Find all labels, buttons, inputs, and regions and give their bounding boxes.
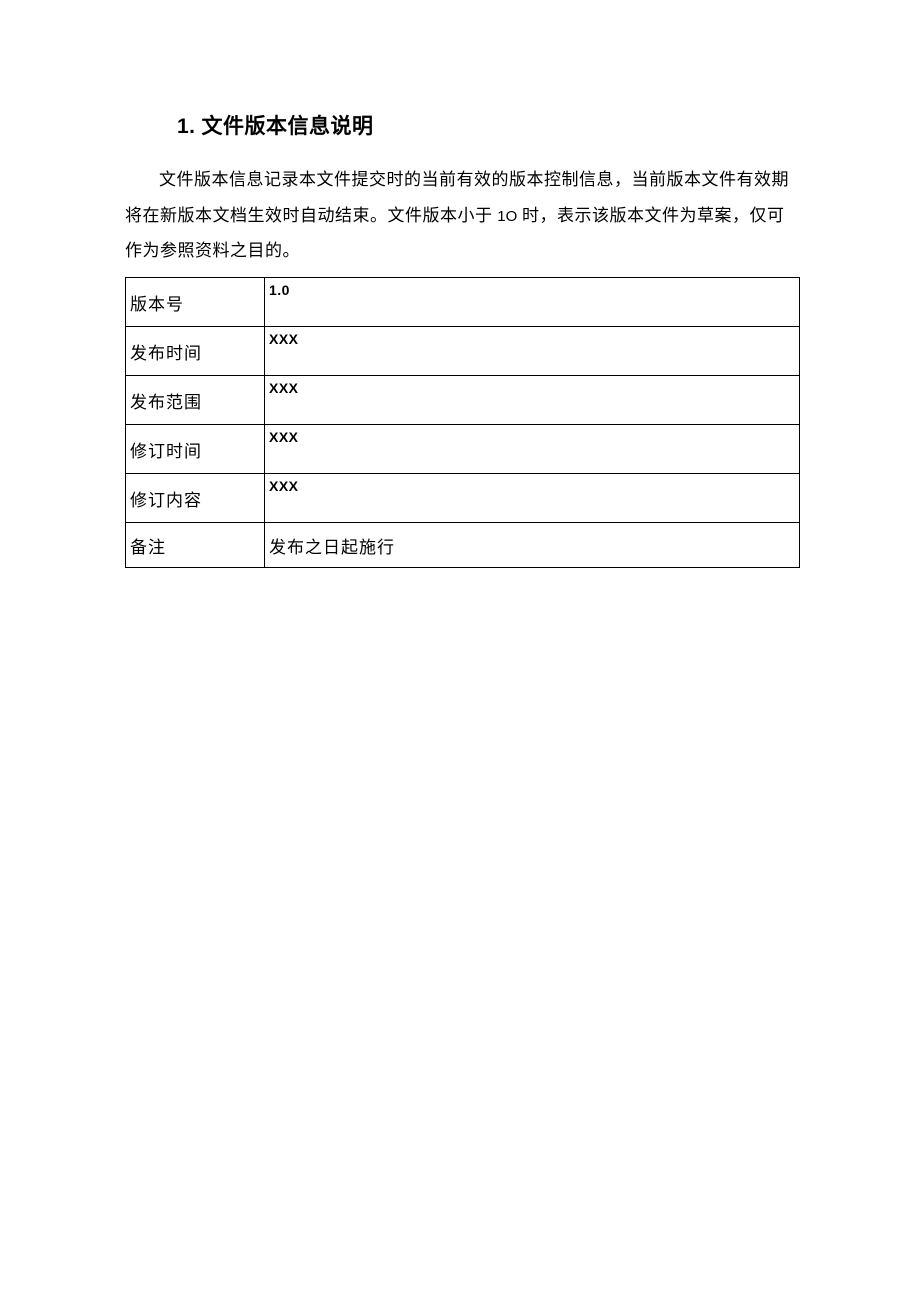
document-page: 1. 文件版本信息说明 文件版本信息记录本文件提交时的当前有效的版本控制信息，当前…: [0, 0, 920, 1301]
row-label: 版本号: [126, 278, 265, 327]
para-ascii: 1O: [497, 208, 517, 225]
intro-paragraph: 文件版本信息记录本文件提交时的当前有效的版本控制信息，当前版本文件有效期将在新版…: [125, 162, 800, 269]
row-label: 修订内容: [126, 474, 265, 523]
table-row: 发布范围 XXX: [126, 376, 800, 425]
row-value: XXX: [265, 376, 800, 425]
row-value: XXX: [265, 327, 800, 376]
version-table: 版本号 1.0 发布时间 XXX 发布范围 XXX 修订时间 XXX 修订内容 …: [125, 277, 800, 568]
row-label: 发布范围: [126, 376, 265, 425]
table-row: 备注 发布之日起施行: [126, 523, 800, 568]
heading-number: 1.: [177, 115, 196, 138]
table-row: 修订时间 XXX: [126, 425, 800, 474]
row-label: 备注: [126, 523, 265, 568]
table-row: 发布时间 XXX: [126, 327, 800, 376]
row-label: 发布时间: [126, 327, 265, 376]
row-value: XXX: [265, 425, 800, 474]
heading-title: 文件版本信息说明: [202, 115, 374, 138]
row-value: 1.0: [265, 278, 800, 327]
row-value: 发布之日起施行: [265, 523, 800, 568]
row-value: XXX: [265, 474, 800, 523]
row-label: 修订时间: [126, 425, 265, 474]
section-heading: 1. 文件版本信息说明: [177, 110, 800, 140]
table-row: 版本号 1.0: [126, 278, 800, 327]
table-row: 修订内容 XXX: [126, 474, 800, 523]
